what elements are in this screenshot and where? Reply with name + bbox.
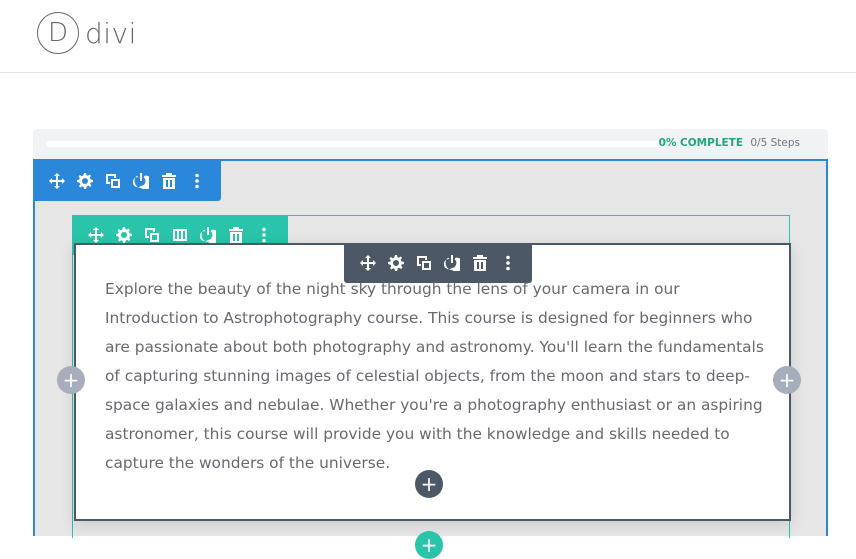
trash-icon — [162, 173, 176, 189]
progress-percent: 0% COMPLETE — [658, 137, 744, 149]
section-move-button[interactable] — [43, 161, 71, 201]
duplicate-icon — [417, 256, 431, 270]
trash-icon — [229, 227, 243, 243]
section-settings-button[interactable] — [71, 161, 99, 201]
trash-icon — [473, 255, 487, 271]
power-icon — [133, 173, 149, 189]
section-more-button[interactable] — [183, 161, 211, 201]
plus-icon: + — [420, 472, 438, 496]
move-icon — [88, 227, 104, 243]
move-icon — [49, 173, 65, 189]
add-module-button[interactable]: + — [415, 470, 443, 498]
duplicate-icon — [145, 228, 159, 242]
more-icon — [195, 173, 199, 189]
columns-icon — [173, 229, 187, 241]
power-icon — [200, 227, 216, 243]
section-disable-button[interactable] — [127, 161, 155, 201]
gear-icon — [388, 255, 404, 271]
logo-mark: D — [37, 12, 79, 54]
divi-logo[interactable]: D divi — [37, 12, 137, 54]
progress-label: 0% COMPLETE 0/5 Steps — [659, 137, 800, 149]
module-body-text[interactable]: Explore the beauty of the night sky thro… — [105, 275, 765, 478]
duplicate-icon — [106, 174, 120, 188]
move-icon — [360, 255, 376, 271]
onboarding-progress: 0% COMPLETE 0/5 Steps — [33, 129, 828, 159]
section-delete-button[interactable] — [155, 161, 183, 201]
plus-icon: + — [62, 368, 80, 392]
plus-icon: + — [420, 533, 438, 557]
add-column-left-button[interactable]: + — [57, 366, 85, 394]
add-row-button[interactable]: + — [415, 531, 443, 559]
section-duplicate-button[interactable] — [99, 161, 127, 201]
more-icon — [262, 227, 266, 243]
power-icon — [444, 255, 460, 271]
progress-steps: 0/5 Steps — [750, 137, 800, 149]
gear-icon — [77, 173, 93, 189]
add-column-right-button[interactable]: + — [773, 366, 801, 394]
progress-track — [46, 141, 660, 147]
more-icon — [506, 255, 510, 271]
app-header: D divi — [0, 0, 856, 73]
plus-icon: + — [778, 368, 796, 392]
logo-text: divi — [85, 16, 137, 50]
gear-icon — [116, 227, 132, 243]
section-toolbar — [33, 161, 221, 201]
